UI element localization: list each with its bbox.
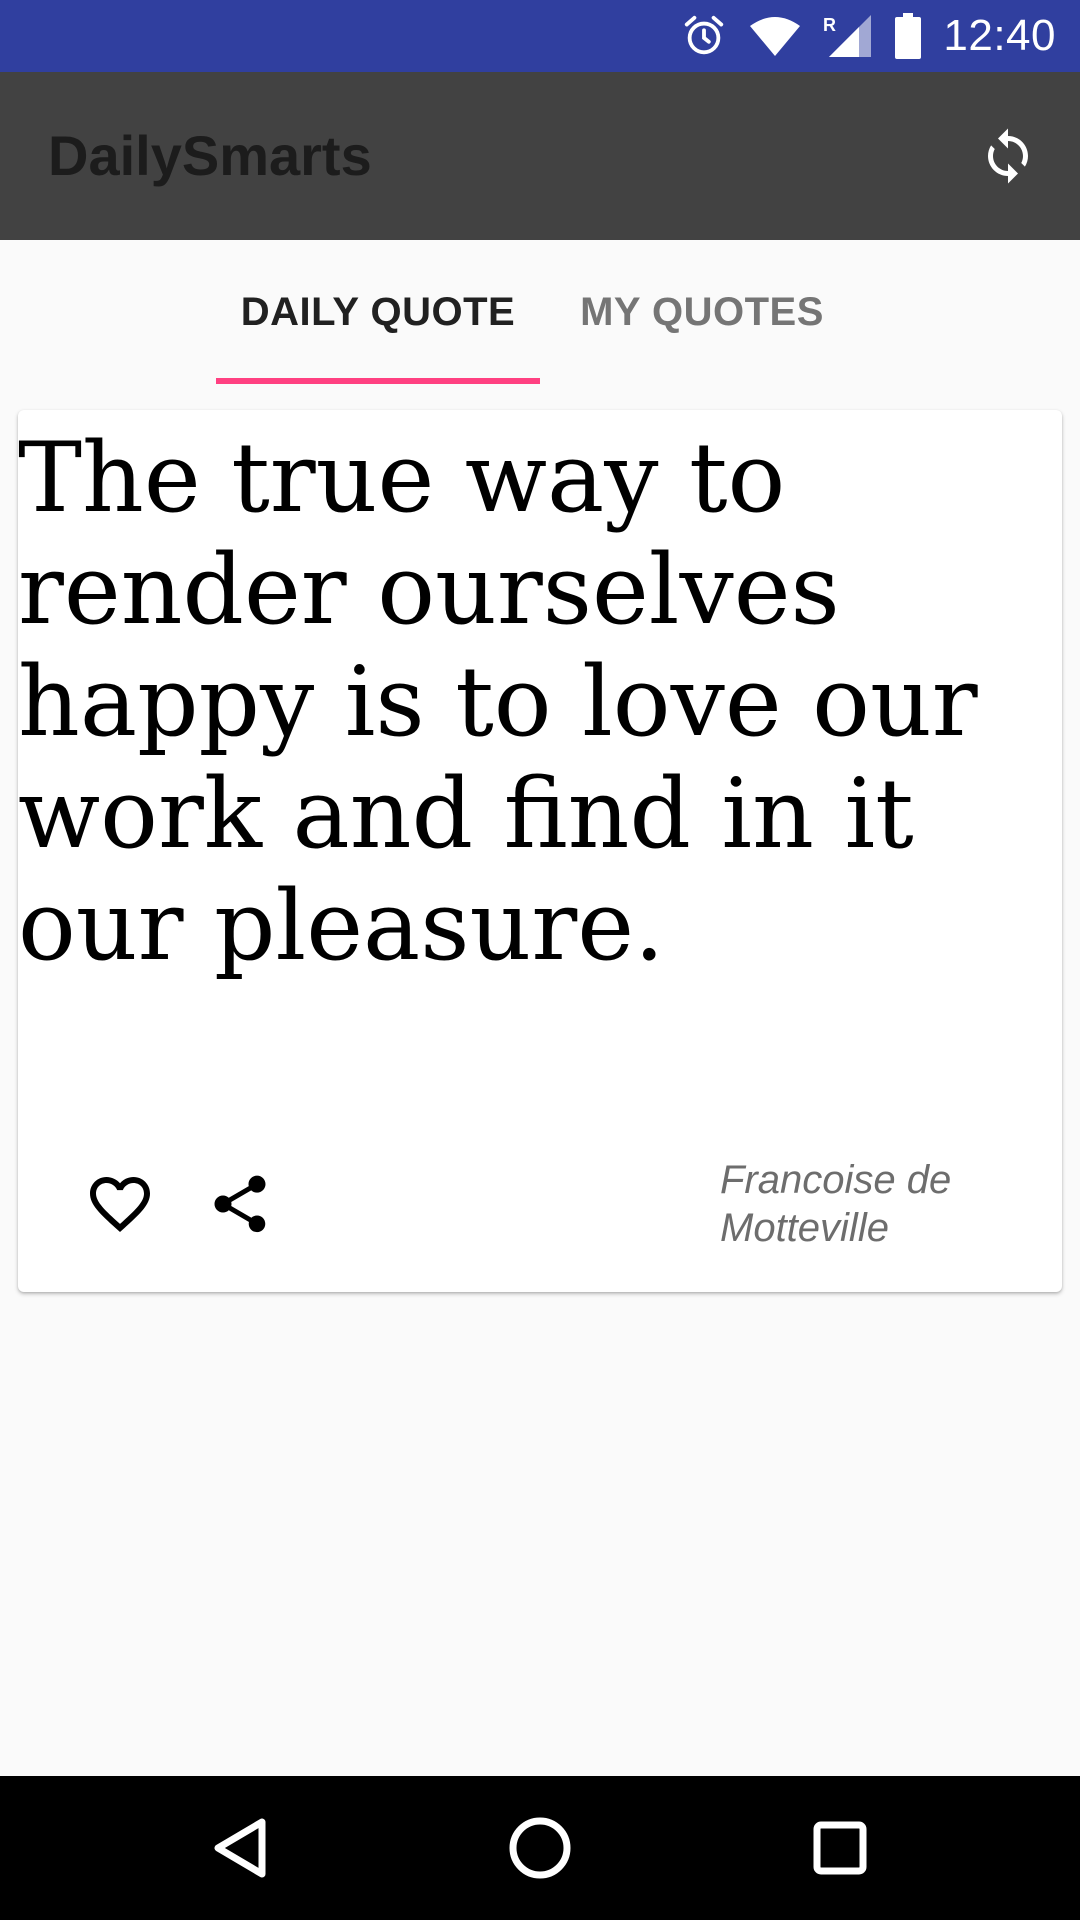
tab-bar: DAILY QUOTE MY QUOTES [0,240,1080,384]
back-icon [214,1818,266,1878]
navigation-bar [0,1776,1080,1920]
signal-roaming-icon: R [823,13,873,59]
quote-card: The true way to render ourselves happy i… [18,410,1062,1292]
app-title: DailySmarts [48,124,372,187]
recents-icon [813,1821,867,1875]
quote-text: The true way to render ourselves happy i… [18,422,978,982]
heart-outline-icon [90,1177,150,1233]
battery-icon [895,13,922,59]
refresh-icon [988,128,1028,184]
favorite-button[interactable] [66,1150,174,1258]
alarm-icon [681,13,727,59]
share-button[interactable] [186,1150,294,1258]
status-icons: R 12:40 [681,0,1056,72]
tab-my-quotes[interactable]: MY QUOTES [540,240,864,384]
quote-author: Francoise de Motteville [720,1158,952,1250]
status-bar: R 12:40 [0,0,1080,72]
app-bar: DailySmarts [0,72,1080,240]
refresh-button[interactable] [960,108,1056,204]
tab-indicator [216,378,540,384]
recents-button[interactable] [760,1776,920,1920]
wifi-icon [749,14,801,58]
home-icon [509,1817,571,1879]
share-icon [214,1175,266,1233]
tab-daily-quote[interactable]: DAILY QUOTE [216,240,540,384]
status-time: 12:40 [943,11,1056,60]
home-button[interactable] [460,1776,620,1920]
roaming-label: R [823,15,836,35]
back-button[interactable] [160,1776,320,1920]
